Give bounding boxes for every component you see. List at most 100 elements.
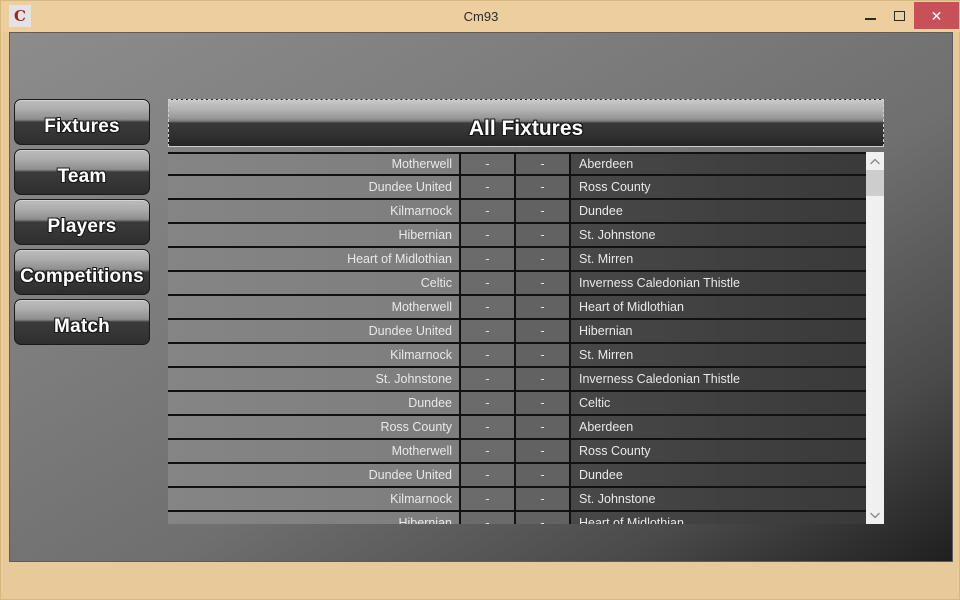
- table-row[interactable]: Motherwell - - Heart of Midlothian: [168, 296, 866, 320]
- away-score-cell: -: [516, 248, 571, 270]
- away-team-cell: Heart of Midlothian: [571, 296, 866, 318]
- away-score-cell: -: [516, 416, 571, 438]
- away-score-label: -: [540, 348, 545, 362]
- minimize-button[interactable]: [856, 1, 885, 30]
- scroll-down-button[interactable]: [866, 506, 884, 524]
- home-score-cell: -: [461, 320, 516, 342]
- away-score-label: -: [540, 300, 545, 314]
- client-area: Fixtures Team Players Competitions Match…: [9, 32, 953, 562]
- away-score-cell: -: [516, 512, 571, 524]
- fixtures-table-container: Motherwell - - Aberdeen Dundee United - - Ross …: [168, 152, 884, 524]
- table-row[interactable]: Heart of Midlothian - - St. Mirren: [168, 248, 866, 272]
- home-team-label: Celtic: [420, 276, 452, 290]
- home-team-cell: Kilmarnock: [168, 344, 461, 366]
- home-score-cell: -: [461, 176, 516, 198]
- away-score-cell: -: [516, 154, 571, 174]
- table-row[interactable]: St. Johnstone - - Inverness Caledonian This…: [168, 368, 866, 392]
- away-team-cell: Ross County: [571, 440, 866, 462]
- away-score-label: -: [540, 204, 545, 218]
- away-team-label: St. Johnstone: [579, 492, 656, 506]
- home-team-cell: Ross County: [168, 416, 461, 438]
- home-team-label: Dundee United: [368, 180, 452, 194]
- table-row[interactable]: Dundee United - - Hibernian: [168, 320, 866, 344]
- home-team-label: Hibernian: [398, 516, 452, 524]
- table-row[interactable]: Hibernian - - St. Johnstone: [168, 224, 866, 248]
- away-team-label: St. Mirren: [579, 348, 634, 362]
- home-score-cell: -: [461, 154, 516, 174]
- away-team-cell: Aberdeen: [571, 416, 866, 438]
- vertical-scrollbar[interactable]: [866, 152, 884, 524]
- away-score-label: -: [540, 492, 545, 506]
- away-team-label: Inverness Caledonian Thistle: [579, 276, 740, 290]
- away-score-label: -: [540, 180, 545, 194]
- close-button[interactable]: ✕: [914, 2, 959, 29]
- home-team-label: Hibernian: [398, 228, 452, 242]
- table-row[interactable]: Kilmarnock - - Dundee: [168, 200, 866, 224]
- home-score-label: -: [485, 396, 490, 410]
- away-score-label: -: [540, 444, 545, 458]
- sidebar-item-fixtures[interactable]: Fixtures: [14, 99, 150, 145]
- table-row[interactable]: Dundee United - - Dundee: [168, 464, 866, 488]
- home-score-cell: -: [461, 368, 516, 390]
- away-team-cell: Inverness Caledonian Thistle: [571, 368, 866, 390]
- away-team-label: Inverness Caledonian Thistle: [579, 372, 740, 386]
- home-team-label: Ross County: [380, 420, 452, 434]
- home-team-label: Dundee: [408, 396, 452, 410]
- away-score-cell: -: [516, 176, 571, 198]
- away-score-cell: -: [516, 344, 571, 366]
- scrollbar-track[interactable]: [866, 196, 884, 506]
- home-team-label: Kilmarnock: [390, 492, 452, 506]
- home-score-cell: -: [461, 416, 516, 438]
- window-title: Cm93: [463, 9, 499, 24]
- home-team-label: St. Johnstone: [375, 372, 452, 386]
- chevron-down-icon: [870, 512, 880, 518]
- home-team-cell: Hibernian: [168, 224, 461, 246]
- away-team-label: St. Johnstone: [579, 228, 656, 242]
- home-score-cell: -: [461, 344, 516, 366]
- home-team-label: Kilmarnock: [390, 348, 452, 362]
- table-row[interactable]: Ross County - - Aberdeen: [168, 416, 866, 440]
- home-team-cell: St. Johnstone: [168, 368, 461, 390]
- away-score-cell: -: [516, 464, 571, 486]
- table-row[interactable]: Motherwell - - Ross County: [168, 440, 866, 464]
- table-row[interactable]: Hibernian - - Heart of Midlothian: [168, 512, 866, 524]
- title-bar: C Cm93 ✕: [1, 1, 960, 32]
- home-team-label: Dundee United: [368, 324, 452, 338]
- application-window: C Cm93 ✕ Fixtures Team Players Competiti…: [0, 0, 960, 600]
- away-score-cell: -: [516, 440, 571, 462]
- home-score-label: -: [485, 468, 490, 482]
- sidebar-item-label: Competitions: [20, 266, 144, 287]
- scroll-up-button[interactable]: [866, 152, 884, 170]
- away-score-label: -: [540, 228, 545, 242]
- away-score-label: -: [540, 396, 545, 410]
- home-score-cell: -: [461, 440, 516, 462]
- sidebar-item-competitions[interactable]: Competitions: [14, 249, 150, 295]
- away-team-cell: Hibernian: [571, 320, 866, 342]
- sidebar-nav: Fixtures Team Players Competitions Match: [14, 99, 154, 349]
- scrollbar-thumb[interactable]: [866, 170, 884, 196]
- home-score-label: -: [485, 348, 490, 362]
- away-score-label: -: [540, 372, 545, 386]
- table-row[interactable]: Kilmarnock - - St. Johnstone: [168, 488, 866, 512]
- home-team-cell: Kilmarnock: [168, 488, 461, 510]
- table-row[interactable]: Celtic - - Inverness Caledonian Thistle: [168, 272, 866, 296]
- home-team-cell: Heart of Midlothian: [168, 248, 461, 270]
- sidebar-item-match[interactable]: Match: [14, 299, 150, 345]
- table-row[interactable]: Motherwell - - Aberdeen: [168, 152, 866, 176]
- home-team-label: Dundee United: [368, 468, 452, 482]
- home-team-cell: Hibernian: [168, 512, 461, 524]
- maximize-button[interactable]: [885, 1, 914, 30]
- away-team-label: Celtic: [579, 396, 611, 410]
- home-team-cell: Motherwell: [168, 154, 461, 174]
- away-team-label: Ross County: [579, 444, 651, 458]
- table-row[interactable]: Dundee United - - Ross County: [168, 176, 866, 200]
- home-score-label: -: [485, 228, 490, 242]
- home-score-label: -: [485, 276, 490, 290]
- sidebar-item-team[interactable]: Team: [14, 149, 150, 195]
- table-row[interactable]: Kilmarnock - - St. Mirren: [168, 344, 866, 368]
- home-score-label: -: [485, 324, 490, 338]
- home-score-cell: -: [461, 272, 516, 294]
- home-team-cell: Dundee United: [168, 176, 461, 198]
- sidebar-item-players[interactable]: Players: [14, 199, 150, 245]
- table-row[interactable]: Dundee - - Celtic: [168, 392, 866, 416]
